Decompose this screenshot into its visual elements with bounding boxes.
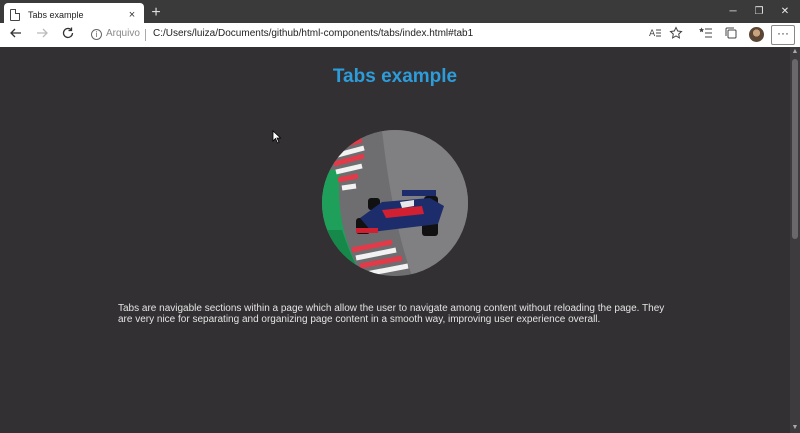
- new-tab-button[interactable]: +: [148, 4, 164, 22]
- more-options-button[interactable]: ···: [771, 25, 795, 45]
- page-description: Tabs are navigable sections within a pag…: [118, 303, 665, 325]
- favorites-list-icon[interactable]: [697, 26, 715, 44]
- scroll-down-icon[interactable]: ▼: [790, 423, 800, 433]
- info-icon[interactable]: i: [91, 29, 102, 40]
- forward-arrow-icon[interactable]: [32, 26, 52, 44]
- address-divider: [145, 29, 146, 41]
- refresh-icon[interactable]: [58, 26, 78, 44]
- mouse-cursor-icon: [272, 130, 282, 144]
- close-tab-icon[interactable]: ×: [126, 9, 138, 21]
- address-bar-url[interactable]: C:/Users/luiza/Documents/github/html-com…: [153, 28, 473, 39]
- page-title: Tabs example: [332, 66, 458, 87]
- collections-icon[interactable]: [722, 26, 740, 44]
- scroll-thumb[interactable]: [792, 59, 798, 239]
- page-icon: [10, 8, 20, 21]
- back-arrow-icon[interactable]: [6, 26, 26, 44]
- read-aloud-icon[interactable]: A: [646, 26, 664, 44]
- site-info-label[interactable]: Arquivo: [106, 28, 140, 39]
- svg-text:A: A: [649, 29, 656, 39]
- profile-avatar[interactable]: [749, 27, 764, 42]
- scroll-up-icon[interactable]: ▲: [790, 47, 800, 57]
- vertical-scrollbar[interactable]: ▲ ▼: [790, 47, 800, 433]
- star-icon[interactable]: [667, 26, 685, 44]
- browser-tab-title: Tabs example: [28, 9, 84, 20]
- browser-toolbar: i Arquivo C:/Users/luiza/Documents/githu…: [0, 23, 800, 47]
- race-car-image: [322, 130, 468, 276]
